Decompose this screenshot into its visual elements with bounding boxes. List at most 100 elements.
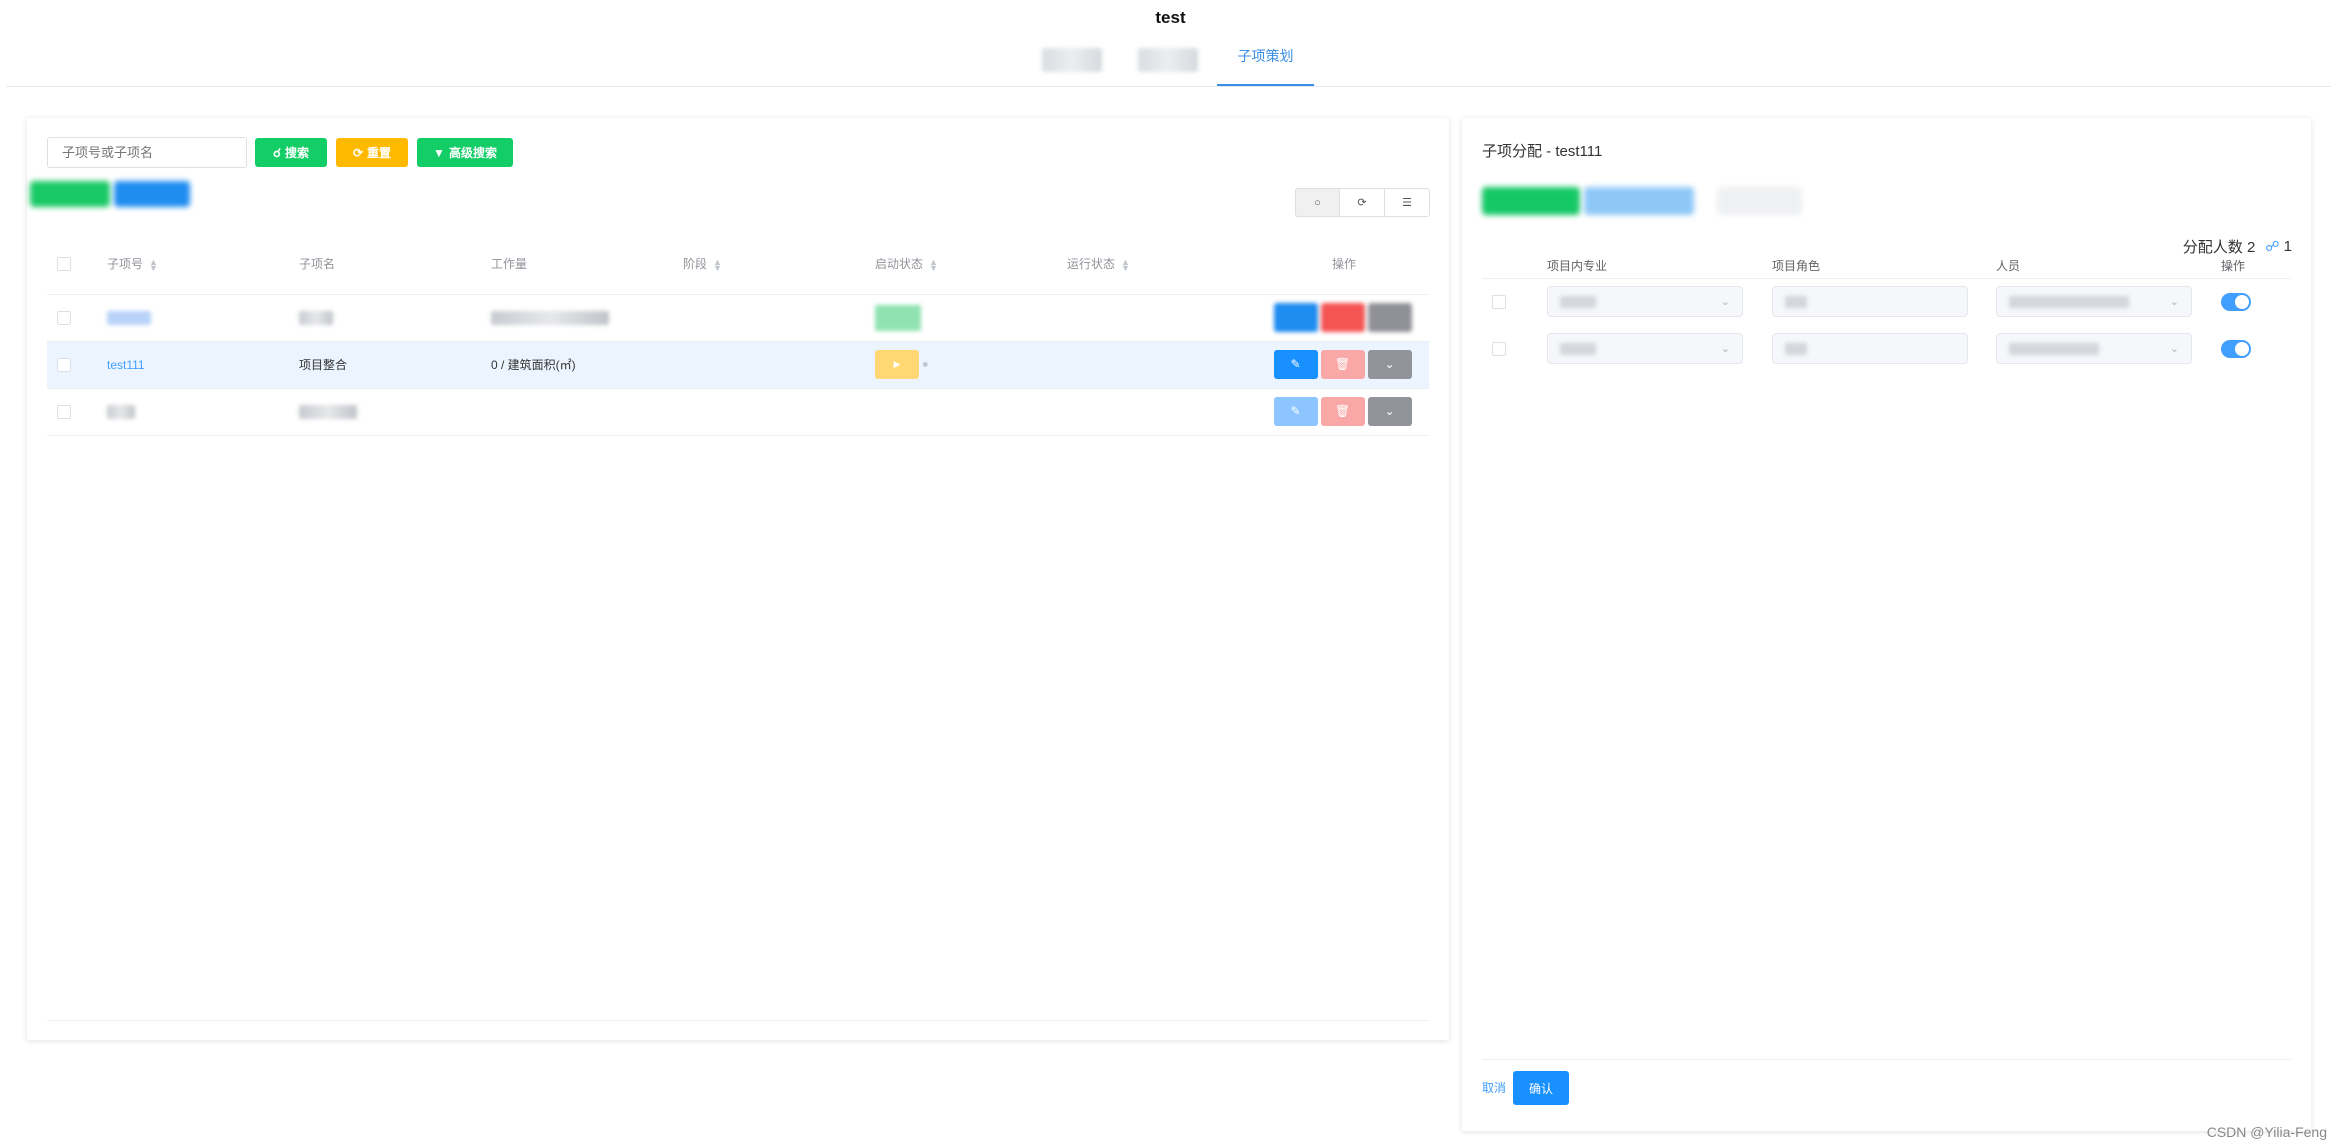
columns-menu-icon[interactable]: ☰	[1385, 188, 1430, 217]
pencil-icon: ✎	[1290, 404, 1301, 418]
footer-divider	[1482, 1059, 2291, 1060]
row-name	[299, 310, 333, 325]
row-workload: 0 / 建筑面积(㎡)	[491, 358, 576, 372]
advanced-search-button[interactable]: ▼ 高级搜索	[417, 138, 513, 167]
sort-icon[interactable]: ▲ ▼	[1121, 258, 1130, 273]
chevron-down-icon: ⌄	[1720, 296, 1730, 309]
blurred-add-button[interactable]	[1482, 187, 1580, 215]
row-code[interactable]	[107, 310, 151, 325]
count-badge: ☍ 1	[2265, 238, 2292, 255]
filter-icon: ▼	[433, 145, 445, 160]
start-status-badge[interactable]	[875, 304, 921, 331]
search-button[interactable]: ☌ 搜索	[255, 138, 327, 167]
trash-icon: 🗑	[1334, 357, 1351, 371]
col-workload: 工作量	[491, 257, 528, 272]
col-stage[interactable]: 阶段	[683, 257, 707, 271]
col-run-status[interactable]: 运行状态	[1067, 257, 1115, 271]
delete-button[interactable]: 🗑	[1320, 350, 1365, 379]
select-all-checkbox[interactable]	[57, 257, 71, 272]
watermark: CSDN @Yilia-Feng	[2206, 1124, 2327, 1140]
assign-table-header: 项目内专业 项目角色 人员 操作	[1482, 254, 2291, 279]
cancel-button[interactable]: 取消	[1482, 1071, 1506, 1105]
subitem-list-panel: ☌搜索 ⟳重置 ▼高级搜索 ○ ⟳ ☰ 子项号 ▲▼ 子项名 工作量 阶段 ▲▼ 启…	[27, 118, 1449, 1040]
trash-icon: 🗑	[1334, 404, 1351, 418]
panel-title: 子项分配 - test111	[1482, 143, 1603, 160]
row-workload	[491, 310, 609, 325]
delete-button[interactable]: 🗑	[1320, 397, 1365, 426]
blurred-batch-button[interactable]	[1584, 187, 1694, 215]
row-code[interactable]	[107, 404, 135, 419]
col-code[interactable]: 子项号	[107, 257, 143, 271]
sort-icon[interactable]: ▲ ▼	[149, 258, 158, 273]
role-select[interactable]	[1772, 333, 1968, 364]
table-tools: ○ ⟳ ☰	[1295, 188, 1430, 217]
row-name	[299, 404, 357, 419]
table-row[interactable]: test111 项目整合 0 / 建筑面积(㎡) ▶ ● ✎ 🗑 ⌄	[47, 341, 1429, 389]
table-footer-divider	[47, 1020, 1429, 1021]
subitem-assign-panel: 子项分配 - test111 分配人数 2 ☍ 1 项目内专业 项目角色 人员 …	[1462, 118, 2311, 1131]
more-button[interactable]: ⌄	[1367, 350, 1412, 379]
person-select[interactable]: ⌄	[1996, 286, 2192, 318]
app-title: test	[1155, 8, 1186, 27]
delete-button[interactable]	[1320, 303, 1365, 332]
enable-toggle[interactable]	[2221, 339, 2251, 358]
role-select[interactable]	[1772, 286, 1968, 318]
blurred-tool-button[interactable]	[1717, 187, 1802, 215]
edit-button[interactable]: ✎	[1273, 397, 1318, 426]
person-select[interactable]: ⌄	[1996, 333, 2192, 364]
col-name: 子项名	[299, 257, 336, 272]
row-name: 项目整合	[299, 358, 348, 372]
confirm-button[interactable]: 确认	[1513, 1071, 1569, 1105]
pencil-icon: ✎	[1290, 357, 1301, 371]
tabs-bar: 子项策划	[0, 44, 2341, 86]
row-checkbox[interactable]	[1492, 341, 1506, 356]
col-ops: 操作	[2221, 254, 2291, 279]
chevron-down-icon: ⌄	[1384, 404, 1395, 418]
row-checkbox[interactable]	[57, 310, 71, 325]
col-role: 项目角色	[1772, 254, 1996, 279]
row-checkbox[interactable]	[57, 404, 71, 419]
table-row[interactable]	[47, 294, 1429, 342]
chevron-down-icon: ⌄	[1384, 357, 1395, 371]
info-icon: ●	[922, 358, 929, 371]
row-checkbox[interactable]	[57, 357, 71, 372]
start-button[interactable]: ▶	[875, 350, 919, 379]
sort-icon[interactable]: ▲ ▼	[929, 258, 938, 273]
refresh-table-icon[interactable]: ⟳	[1340, 188, 1385, 217]
toggle-search-icon[interactable]: ○	[1295, 188, 1340, 217]
specialty-select[interactable]: ⌄	[1547, 286, 1743, 318]
tab-blurred-1[interactable]	[1042, 48, 1102, 72]
tab-blurred-2[interactable]	[1138, 48, 1198, 72]
edit-button[interactable]: ✎	[1273, 350, 1318, 379]
edit-button[interactable]	[1273, 303, 1318, 332]
enable-toggle[interactable]	[2221, 292, 2251, 311]
more-button[interactable]: ⌄	[1367, 397, 1412, 426]
assign-row: ⌄ ⌄	[1482, 325, 2291, 372]
specialty-select[interactable]: ⌄	[1547, 333, 1743, 364]
assign-table: 项目内专业 项目角色 人员 操作 ⌄ ⌄ ⌄ ⌄	[1482, 254, 2291, 372]
blurred-add-button[interactable]	[30, 181, 110, 207]
table-header: 子项号 ▲ ▼ 子项名 工作量 阶段 ▲ ▼ 启动状态 ▲ ▼ 运行状态 ▲ ▼ 操作	[47, 234, 1429, 295]
table-row[interactable]: ✎ 🗑 ⌄	[47, 388, 1429, 436]
col-start-status[interactable]: 启动状态	[875, 257, 923, 271]
search-icon: ☌	[272, 145, 282, 160]
row-checkbox[interactable]	[1492, 295, 1506, 310]
chevron-down-icon: ⌄	[1720, 343, 1730, 355]
more-button[interactable]	[1367, 303, 1412, 332]
chevron-down-icon: ⌄	[2169, 296, 2179, 309]
tab-subitem-planning[interactable]: 子项策划	[1217, 44, 1314, 86]
search-input[interactable]	[47, 137, 247, 168]
col-actions: 操作	[1331, 257, 1356, 272]
chevron-down-icon: ⌄	[2169, 343, 2179, 355]
refresh-icon: ⟳	[352, 145, 364, 160]
subitem-table: 子项号 ▲ ▼ 子项名 工作量 阶段 ▲ ▼ 启动状态 ▲ ▼ 运行状态 ▲ ▼ 操作	[47, 234, 1429, 436]
link-icon: ☍	[2265, 238, 2280, 254]
assign-row: ⌄ ⌄	[1482, 278, 2291, 325]
row-code[interactable]: test111	[107, 358, 145, 372]
blurred-import-button[interactable]	[114, 181, 190, 207]
reset-button[interactable]: ⟳ 重置	[336, 138, 408, 167]
sort-icon[interactable]: ▲ ▼	[713, 258, 722, 273]
col-person: 人员	[1996, 254, 2221, 279]
tabs-divider	[6, 86, 2331, 87]
col-specialty: 项目内专业	[1547, 254, 1772, 279]
